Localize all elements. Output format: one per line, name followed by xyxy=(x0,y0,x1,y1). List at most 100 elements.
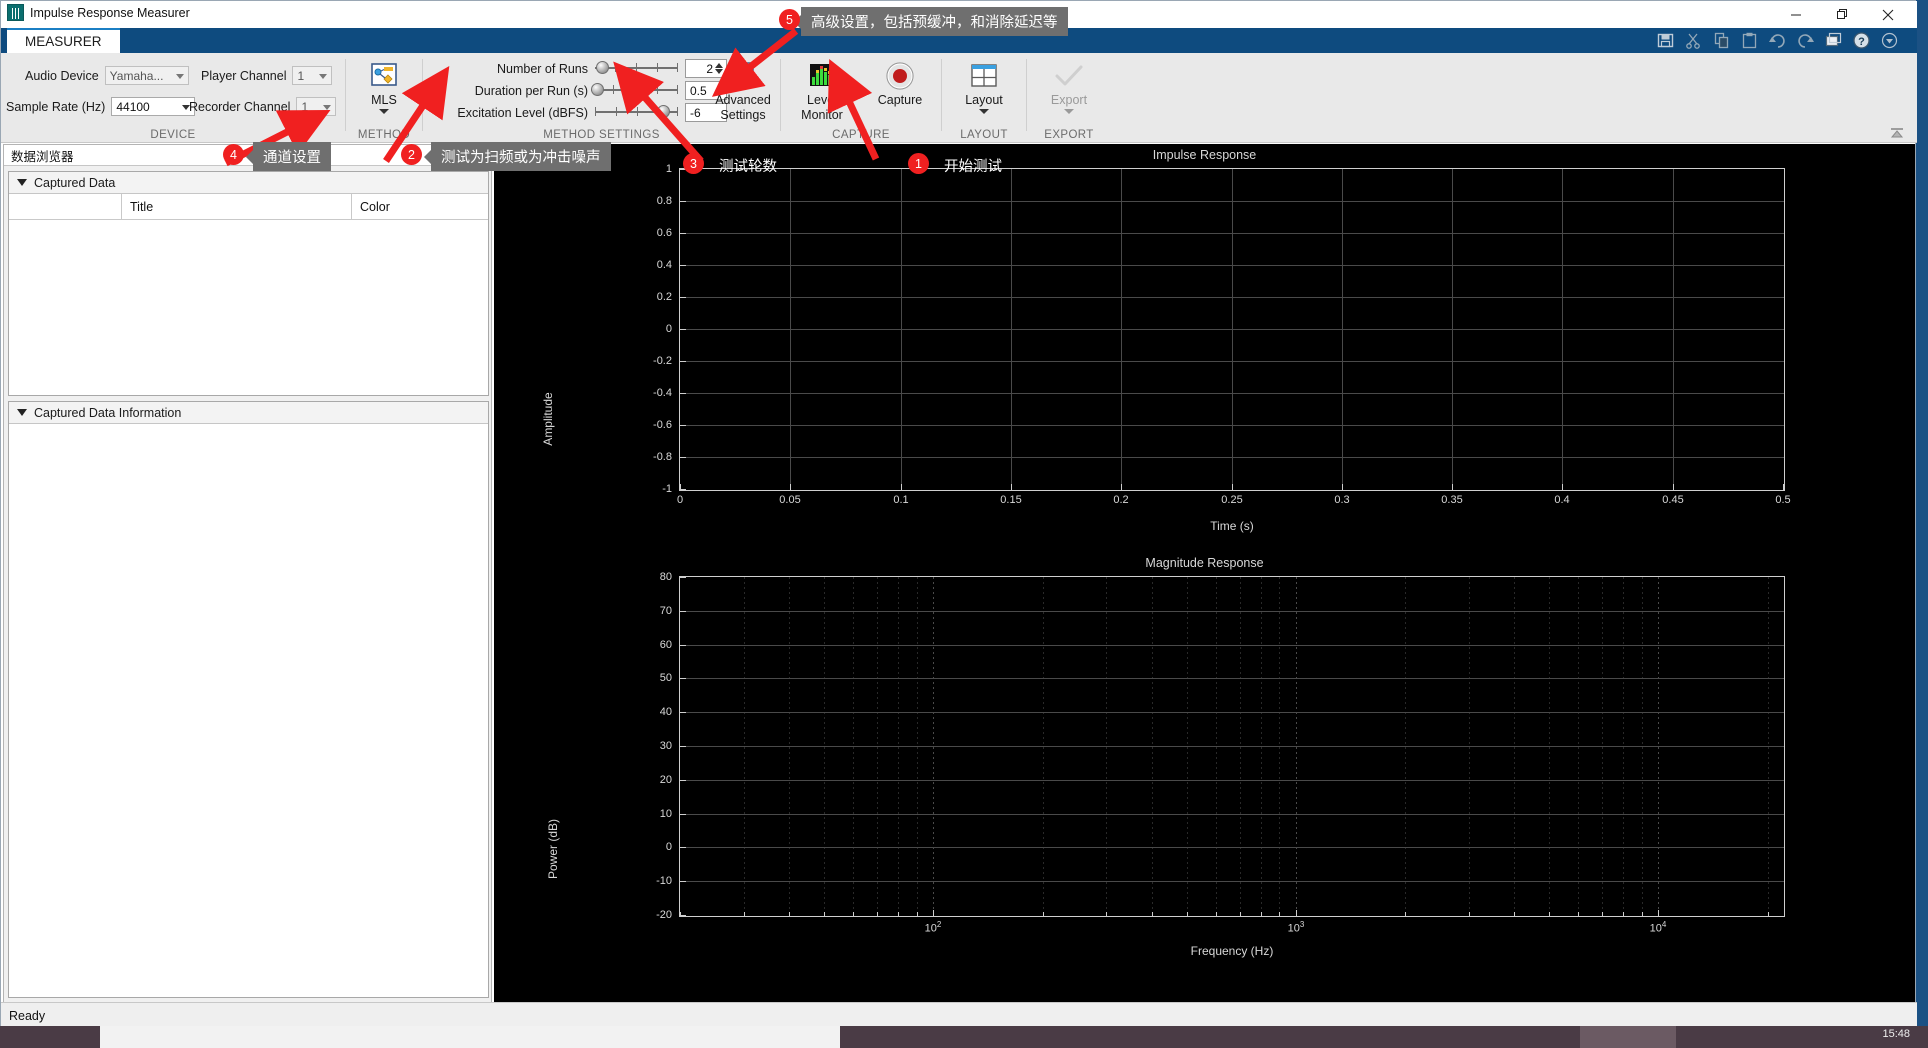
y-tickmark xyxy=(680,814,686,815)
sample-rate-select[interactable]: 44100 xyxy=(111,97,196,116)
paste-icon[interactable] xyxy=(1740,31,1759,50)
captured-data-information-header[interactable]: Captured Data Information xyxy=(9,402,488,424)
slider-tick xyxy=(657,63,658,72)
taskbar-items[interactable] xyxy=(840,1026,1580,1048)
mls-method-button[interactable]: MLS xyxy=(347,59,421,114)
number-of-runs-slider[interactable] xyxy=(595,61,678,75)
gridline-vertical xyxy=(744,577,745,916)
save-icon[interactable] xyxy=(1656,31,1675,50)
gridline-vertical xyxy=(1011,169,1012,490)
gridline-horizontal xyxy=(680,645,1784,646)
gridline-vertical xyxy=(1216,577,1217,916)
y-tickmark xyxy=(680,611,686,612)
gridline-vertical xyxy=(1240,577,1241,916)
gridline-vertical xyxy=(1187,577,1188,916)
window-icon[interactable] xyxy=(1824,31,1843,50)
layout-button[interactable]: Layout xyxy=(947,59,1021,114)
annotation-callout-5: 高级设置，包括预缓冲，和消除延迟等 xyxy=(801,7,1068,36)
x-tickmark xyxy=(1673,484,1674,490)
gridline-vertical xyxy=(790,169,791,490)
player-channel-select[interactable]: 1 xyxy=(292,66,333,85)
maximize-restore-button[interactable] xyxy=(1819,1,1865,28)
magnitude-response-ylabel: Power (dB) xyxy=(546,818,560,880)
annotation-badge-4: 4 xyxy=(223,144,244,165)
ribbon-group-layout: Layout LAYOUT xyxy=(942,53,1026,143)
gridline-vertical xyxy=(1279,577,1280,916)
level-monitor-button[interactable]: Level Monitor xyxy=(785,59,859,123)
captured-data-header-label: Captured Data xyxy=(34,175,116,190)
ribbon-group-device: Audio Device Yamaha... Sample Rate (Hz) … xyxy=(1,53,345,143)
captured-data-header[interactable]: Captured Data xyxy=(9,172,488,194)
slider-knob[interactable] xyxy=(591,83,604,96)
slider-knob[interactable] xyxy=(596,61,609,74)
tab-measurer[interactable]: MEASURER xyxy=(7,28,120,53)
x-tickmark xyxy=(1121,484,1122,490)
device-group-label: DEVICE xyxy=(150,129,196,141)
gridline-vertical xyxy=(1452,169,1453,490)
taskbar-active-item[interactable] xyxy=(1580,1026,1676,1048)
minimize-button[interactable] xyxy=(1773,1,1819,28)
gridline-vertical xyxy=(1642,577,1643,916)
slider-knob[interactable] xyxy=(657,105,670,118)
captured-data-table-body[interactable] xyxy=(9,220,488,388)
y-tickmark xyxy=(680,265,686,266)
method-group-label: METHOD xyxy=(357,129,411,141)
undo-icon[interactable] xyxy=(1768,31,1787,50)
column-header-title[interactable]: Title xyxy=(122,194,352,219)
x-tickmark xyxy=(853,912,854,916)
recorder-channel-select[interactable]: 1 xyxy=(296,97,337,116)
recorder-channel-value: 1 xyxy=(301,99,309,114)
export-button[interactable]: Export xyxy=(1032,59,1106,114)
y-tickmark xyxy=(680,233,686,234)
window-controls xyxy=(1773,1,1911,28)
taskbar-start[interactable] xyxy=(0,1026,100,1048)
excitation-level-slider[interactable] xyxy=(595,105,678,119)
column-header-color[interactable]: Color xyxy=(352,194,488,219)
customize-quick-access-icon[interactable] xyxy=(1880,31,1899,50)
player-channel-row: Player Channel 1 xyxy=(201,66,333,85)
capture-button[interactable]: Capture xyxy=(863,59,937,108)
y-tickmark xyxy=(680,361,686,362)
title-bar-left: Impulse Response Measurer xyxy=(7,4,190,21)
chevron-down-icon[interactable] xyxy=(17,409,27,416)
y-tickmark xyxy=(680,712,686,713)
collapse-ribbon-icon[interactable] xyxy=(1889,126,1905,138)
x-tickmark xyxy=(1658,910,1659,916)
advanced-settings-button[interactable]: Advanced Settings xyxy=(700,59,786,123)
chevron-down-icon[interactable] xyxy=(17,179,27,186)
x-tick-label: 103 xyxy=(1287,920,1305,935)
y-tickmark xyxy=(680,297,686,298)
audio-device-select[interactable]: Yamaha... xyxy=(104,66,189,85)
taskbar-search[interactable] xyxy=(100,1026,840,1048)
gridline-vertical xyxy=(1121,169,1122,490)
x-tickmark xyxy=(1549,912,1550,916)
y-tick-label: 0.6 xyxy=(656,227,672,239)
chart-area: Impulse Response Amplitude 1 0.8 0.6 0.4 0.2… xyxy=(494,144,1915,1004)
redo-icon[interactable] xyxy=(1796,31,1815,50)
gridline-horizontal xyxy=(680,746,1784,747)
y-tickmark xyxy=(680,847,686,848)
chevron-down-icon xyxy=(379,109,389,114)
x-tickmark xyxy=(1296,910,1297,916)
column-header-blank[interactable] xyxy=(9,194,122,219)
magnitude-response-plot[interactable]: 80 70 60 50 40 30 20 10 0 -10 -20 102 103 104 xyxy=(656,571,1785,935)
close-button[interactable] xyxy=(1865,1,1911,28)
slider-tick xyxy=(616,107,617,116)
duration-per-run-slider[interactable] xyxy=(591,83,678,97)
impulse-response-plot[interactable]: 1 0.8 0.6 0.4 0.2 0 -0.2 -0.4 -0.6 -0.8 -1 0 0.05 0.1… xyxy=(653,163,1791,506)
slider-tick xyxy=(677,107,678,116)
help-icon[interactable]: ? xyxy=(1852,31,1871,50)
gridline-vertical xyxy=(1658,577,1659,916)
y-tickmark xyxy=(680,881,686,882)
y-tick-label: 0 xyxy=(665,323,672,335)
x-tickmark xyxy=(1232,484,1233,490)
gridline-vertical xyxy=(1578,577,1579,916)
record-circle-icon xyxy=(863,59,937,93)
window-title: Impulse Response Measurer xyxy=(30,5,190,20)
status-bar: Ready xyxy=(1,1002,1917,1029)
copy-icon[interactable] xyxy=(1712,31,1731,50)
annotation-badge-3: 3 xyxy=(683,153,704,174)
gridline-horizontal xyxy=(680,780,1784,781)
cut-icon[interactable] xyxy=(1684,31,1703,50)
audio-device-row: Audio Device Yamaha... xyxy=(25,66,189,85)
